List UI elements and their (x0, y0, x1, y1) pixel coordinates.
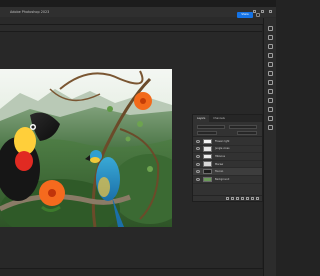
layers-panel-footer (193, 195, 262, 201)
layer-row[interactable]: Jungle vines (193, 146, 262, 154)
link-layers-icon[interactable] (226, 197, 229, 200)
layer-thumbnail (203, 168, 212, 175)
tab-channels[interactable]: Channels (209, 115, 229, 122)
swatches-icon[interactable] (268, 62, 273, 67)
trash-icon[interactable] (256, 197, 259, 200)
document-canvas[interactable] (0, 69, 172, 227)
blend-mode-select[interactable] (197, 131, 217, 135)
layer-name: Hibiscus (215, 154, 225, 158)
layer-name: Flower right (215, 139, 230, 143)
menu-bar (0, 0, 276, 7)
mask-icon[interactable] (236, 197, 239, 200)
layers-icon[interactable] (268, 107, 273, 112)
fx-icon[interactable] (231, 197, 234, 200)
close-icon[interactable] (269, 10, 272, 13)
eye-icon[interactable] (196, 154, 200, 158)
status-bar (0, 268, 263, 276)
layer-row[interactable]: Hibiscus (193, 153, 262, 161)
layers-panel-controls (193, 122, 262, 137)
opacity-field[interactable] (237, 131, 257, 135)
adjustment-layer-icon[interactable] (241, 197, 244, 200)
eye-icon[interactable] (196, 162, 200, 166)
group-icon[interactable] (246, 197, 249, 200)
layer-filter-select[interactable] (197, 125, 225, 129)
search-icon[interactable] (256, 13, 260, 17)
eye-icon[interactable] (196, 177, 200, 181)
tropical-artwork-image (0, 69, 172, 227)
photoshop-window: Adobe Photoshop 2023 Share Layers Channe… (0, 0, 276, 276)
share-button[interactable]: Share (237, 12, 253, 18)
new-layer-icon[interactable] (251, 197, 254, 200)
maximize-icon[interactable] (261, 10, 264, 13)
layer-thumbnail (203, 176, 212, 183)
layers-panel-tabs: Layers Channels (193, 115, 262, 122)
layer-filter-icons[interactable] (229, 125, 257, 129)
layer-row[interactable]: Macaw (193, 161, 262, 169)
channels-icon[interactable] (268, 116, 273, 121)
layer-name: Background (215, 177, 230, 181)
properties-icon[interactable] (268, 26, 273, 31)
title-bar: Adobe Photoshop 2023 (0, 7, 276, 17)
libraries-icon[interactable] (268, 44, 273, 49)
layer-name: Macaw (215, 162, 224, 166)
layer-thumbnail (203, 138, 212, 145)
document-tab-bar (0, 25, 262, 32)
eye-icon[interactable] (196, 147, 200, 151)
layer-name: Jungle vines (215, 147, 230, 151)
paths-icon[interactable] (268, 125, 273, 130)
adjustments-icon[interactable] (268, 35, 273, 40)
color-icon[interactable] (268, 53, 273, 58)
history-icon[interactable] (268, 98, 273, 103)
layer-thumbnail (203, 153, 212, 160)
patterns-icon[interactable] (268, 80, 273, 85)
layer-thumbnail (203, 146, 212, 152)
layer-row[interactable]: Background (193, 176, 262, 184)
tab-layers[interactable]: Layers (193, 115, 210, 122)
layer-list: Flower right Jungle vines Hibiscus Macaw (193, 138, 262, 184)
layer-row[interactable]: Toucan (193, 168, 262, 176)
brush-icon[interactable] (268, 89, 273, 94)
gradients-icon[interactable] (268, 71, 273, 76)
layers-panel: Layers Channels Flower right Jungle vine… (192, 114, 263, 202)
options-bar (0, 17, 276, 25)
app-title: Adobe Photoshop 2023 (10, 10, 50, 14)
layer-name: Toucan (215, 170, 224, 174)
eye-icon[interactable] (196, 139, 200, 143)
layer-row[interactable]: Flower right (193, 138, 262, 146)
layer-thumbnail (203, 161, 212, 167)
eye-icon[interactable] (196, 170, 200, 174)
right-tool-strip (263, 18, 276, 276)
